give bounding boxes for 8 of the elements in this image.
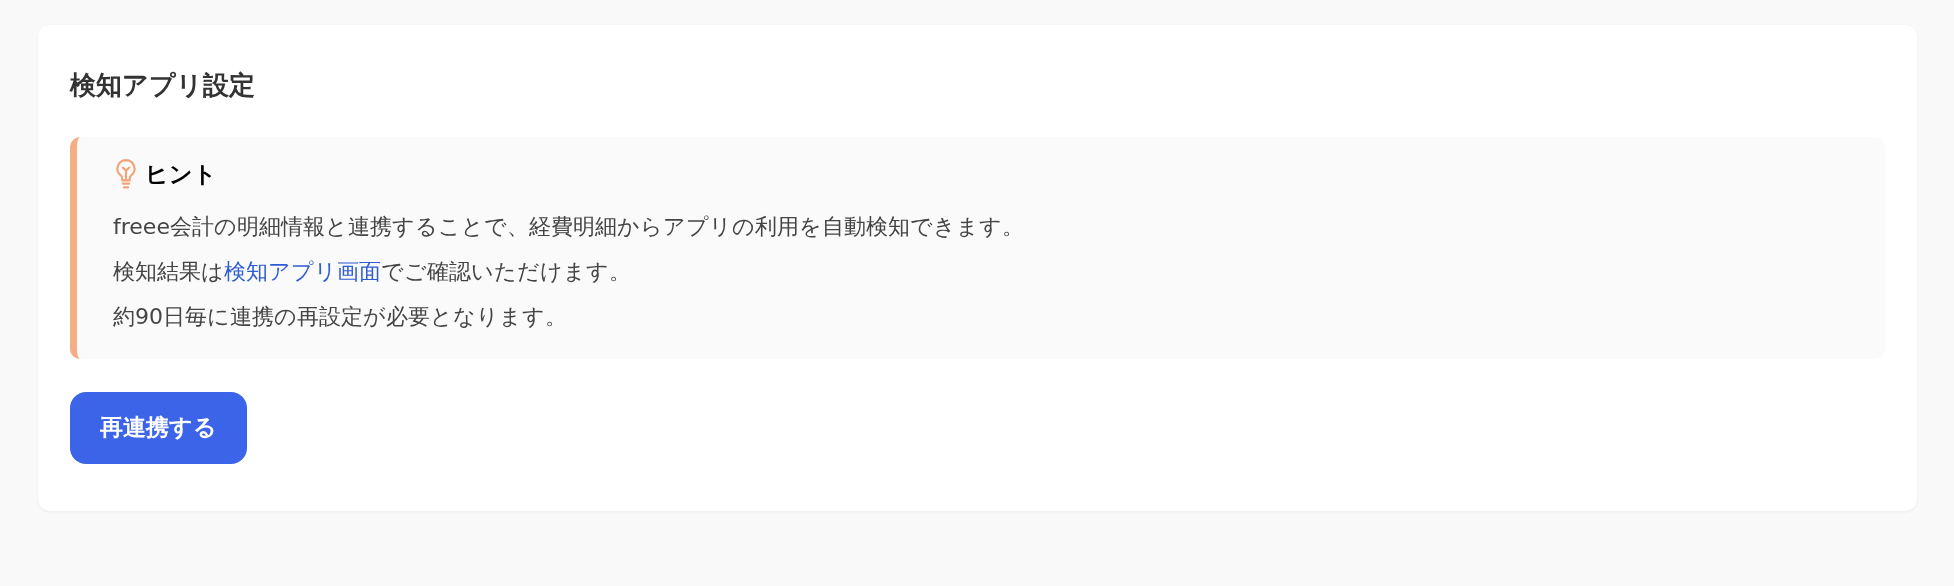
- card-title: 検知アプリ設定: [70, 69, 256, 102]
- hint-text: 約90日毎に連携の再設定が必要となります。: [113, 302, 568, 331]
- lightbulb-icon: [113, 158, 139, 191]
- app-screen-link[interactable]: 検知アプリ画面: [224, 258, 381, 284]
- hint-text: 検知結果は検知アプリ画面でご確認いただけます。: [113, 257, 632, 286]
- hint-text: freee会計の明細情報と連携することで、経費明細からアプリの利用を自動検知できます。: [113, 212, 1025, 241]
- hint-title: ヒント: [145, 160, 217, 189]
- reconnect-button[interactable]: 再連携する: [70, 391, 247, 464]
